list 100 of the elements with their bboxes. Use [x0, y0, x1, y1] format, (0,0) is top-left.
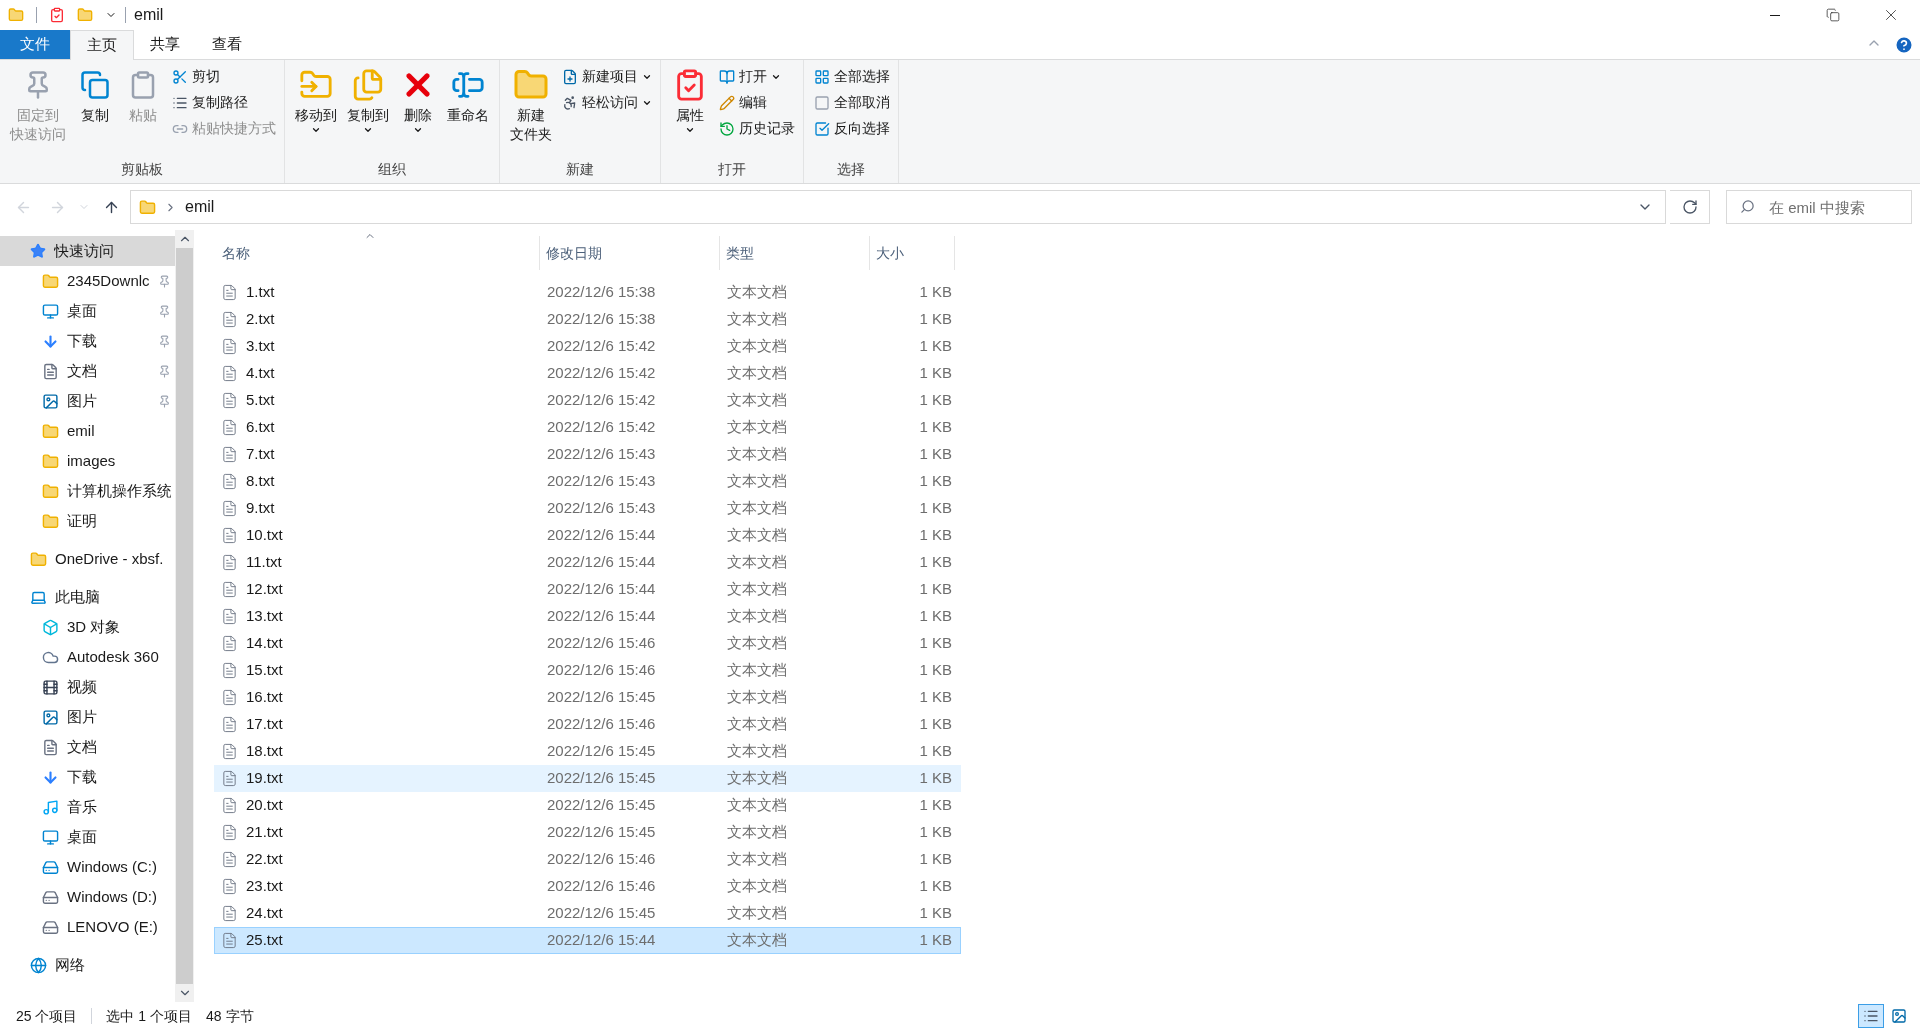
ribbon-button[interactable]: 剪切 [170, 64, 278, 89]
scroll-thumb[interactable] [176, 248, 193, 984]
nav-item[interactable]: 网络 [0, 950, 175, 980]
nav-item[interactable]: 图片 [0, 702, 175, 732]
ribbon-tab[interactable]: 共享 [134, 30, 196, 59]
file-name: 3.txt [246, 336, 275, 357]
file-row[interactable]: 13.txt 2022/12/6 15:44 文本文档 1 KB [214, 603, 961, 630]
search-field[interactable]: 在 emil 中搜索 [1726, 190, 1912, 224]
file-menu-button[interactable]: 文件 [0, 30, 70, 59]
modified-date: 2022/12/6 15:46 [546, 660, 657, 681]
text-file-icon [221, 824, 238, 841]
ribbon-button[interactable]: 新建 文件夹 [506, 64, 556, 159]
file-row[interactable]: 14.txt 2022/12/6 15:46 文本文档 1 KB [214, 630, 961, 657]
ribbon-button[interactable]: 复制到 [343, 64, 393, 159]
refresh-button[interactable] [1670, 190, 1710, 224]
ribbon-button[interactable]: 重命名 [443, 64, 493, 159]
file-row[interactable]: 1.txt 2022/12/6 15:38 文本文档 1 KB [214, 279, 961, 306]
ribbon-button[interactable]: 全部选择 [812, 64, 892, 89]
file-row[interactable]: 10.txt 2022/12/6 15:44 文本文档 1 KB [214, 522, 961, 549]
column-header[interactable]: 类型 [720, 236, 870, 270]
column-header[interactable]: 名称 [214, 236, 540, 270]
ribbon-tab[interactable]: 查看 [196, 30, 258, 59]
file-row[interactable]: 5.txt 2022/12/6 15:42 文本文档 1 KB [214, 387, 961, 414]
monitor-icon [42, 302, 59, 320]
nav-item[interactable]: 计算机操作系统 [0, 476, 175, 506]
ribbon-button[interactable]: 复制 [72, 64, 118, 159]
nav-item[interactable]: Windows (C:) [0, 852, 175, 882]
details-view-button[interactable] [1858, 1004, 1884, 1028]
file-row[interactable]: 11.txt 2022/12/6 15:44 文本文档 1 KB [214, 549, 961, 576]
breadcrumb[interactable]: emil [185, 195, 215, 219]
nav-item[interactable]: 桌面 [0, 822, 175, 852]
ribbon-tab[interactable]: 主页 [70, 30, 134, 60]
nav-item[interactable]: 图片 [0, 386, 175, 416]
help-icon[interactable] [1894, 35, 1914, 55]
file-row[interactable]: 18.txt 2022/12/6 15:45 文本文档 1 KB [214, 738, 961, 765]
ribbon-button[interactable]: 移动到 [291, 64, 341, 159]
file-row[interactable]: 2.txt 2022/12/6 15:38 文本文档 1 KB [214, 306, 961, 333]
ribbon-button[interactable]: 复制路径 [170, 90, 278, 115]
modified-date: 2022/12/6 15:44 [546, 552, 657, 573]
ribbon-button[interactable]: 反向选择 [812, 116, 892, 141]
ribbon-button[interactable]: 打开 [717, 64, 797, 89]
nav-item[interactable]: images [0, 446, 175, 476]
selection-count: 选中 1 个项目 [106, 1006, 193, 1026]
file-row[interactable]: 24.txt 2022/12/6 15:45 文本文档 1 KB [214, 900, 961, 927]
caret-icon [311, 125, 321, 135]
file-name: 19.txt [246, 768, 283, 789]
file-row[interactable]: 23.txt 2022/12/6 15:46 文本文档 1 KB [214, 873, 961, 900]
file-row[interactable]: 7.txt 2022/12/6 15:43 文本文档 1 KB [214, 441, 961, 468]
file-name: 10.txt [246, 525, 283, 546]
file-row[interactable]: 8.txt 2022/12/6 15:43 文本文档 1 KB [214, 468, 961, 495]
nav-item[interactable]: 证明 [0, 506, 175, 536]
file-row[interactable]: 25.txt 2022/12/6 15:44 文本文档 1 KB [214, 927, 961, 954]
nav-item[interactable]: 音乐 [0, 792, 175, 822]
ribbon-button[interactable]: 轻松访问 [560, 90, 654, 115]
file-row[interactable]: 17.txt 2022/12/6 15:46 文本文档 1 KB [214, 711, 961, 738]
file-row[interactable]: 3.txt 2022/12/6 15:42 文本文档 1 KB [214, 333, 961, 360]
file-row[interactable]: 19.txt 2022/12/6 15:45 文本文档 1 KB [214, 765, 961, 792]
nav-item[interactable]: 桌面 [0, 296, 175, 326]
text-file-icon [221, 419, 238, 436]
nav-item[interactable]: 下载 [0, 326, 175, 356]
column-header[interactable]: 修改日期 [540, 236, 720, 270]
file-size: 1 KB [918, 336, 953, 357]
file-row[interactable]: 21.txt 2022/12/6 15:45 文本文档 1 KB [214, 819, 961, 846]
refresh-icon [1681, 199, 1698, 215]
ribbon-group-label: 组织 [377, 160, 407, 179]
nav-item[interactable]: 下载 [0, 762, 175, 792]
nav-item[interactable]: 快速访问 [0, 236, 175, 266]
file-row[interactable]: 9.txt 2022/12/6 15:43 文本文档 1 KB [214, 495, 961, 522]
file-size: 1 KB [918, 309, 953, 330]
ribbon-button[interactable]: 全部取消 [812, 90, 892, 115]
file-type: 文本文档 [726, 633, 788, 654]
file-row[interactable]: 4.txt 2022/12/6 15:42 文本文档 1 KB [214, 360, 961, 387]
ribbon-button[interactable]: 编辑 [717, 90, 797, 115]
nav-item[interactable]: 视频 [0, 672, 175, 702]
properties-icon[interactable] [49, 7, 65, 23]
ribbon-button[interactable]: 属性 [667, 64, 713, 159]
folder-icon [30, 550, 47, 568]
address-bar[interactable]: emil [130, 190, 1666, 224]
file-row[interactable]: 12.txt 2022/12/6 15:44 文本文档 1 KB [214, 576, 961, 603]
nav-item[interactable]: 2345Downlc [0, 266, 175, 296]
ribbon-button[interactable]: 删除 [395, 64, 441, 159]
file-row[interactable]: 15.txt 2022/12/6 15:46 文本文档 1 KB [214, 657, 961, 684]
nav-item[interactable]: Windows (D:) [0, 882, 175, 912]
file-row[interactable]: 16.txt 2022/12/6 15:45 文本文档 1 KB [214, 684, 961, 711]
nav-item[interactable]: 此电脑 [0, 582, 175, 612]
file-row[interactable]: 6.txt 2022/12/6 15:42 文本文档 1 KB [214, 414, 961, 441]
nav-item[interactable]: OneDrive - xbsf. [0, 544, 175, 574]
file-row[interactable]: 22.txt 2022/12/6 15:46 文本文档 1 KB [214, 846, 961, 873]
ribbon-button[interactable]: 历史记录 [717, 116, 797, 141]
nav-item[interactable]: 文档 [0, 732, 175, 762]
file-type: 文本文档 [726, 579, 788, 600]
download-icon [42, 332, 59, 350]
nav-item[interactable]: 3D 对象 [0, 612, 175, 642]
file-row[interactable]: 20.txt 2022/12/6 15:45 文本文档 1 KB [214, 792, 961, 819]
nav-item[interactable]: emil [0, 416, 175, 446]
nav-item[interactable]: Autodesk 360 [0, 642, 175, 672]
nav-item[interactable]: 文档 [0, 356, 175, 386]
nav-item[interactable]: LENOVO (E:) [0, 912, 175, 942]
ribbon-button[interactable]: 新建项目 [560, 64, 654, 89]
column-header[interactable]: 大小 [870, 236, 955, 270]
